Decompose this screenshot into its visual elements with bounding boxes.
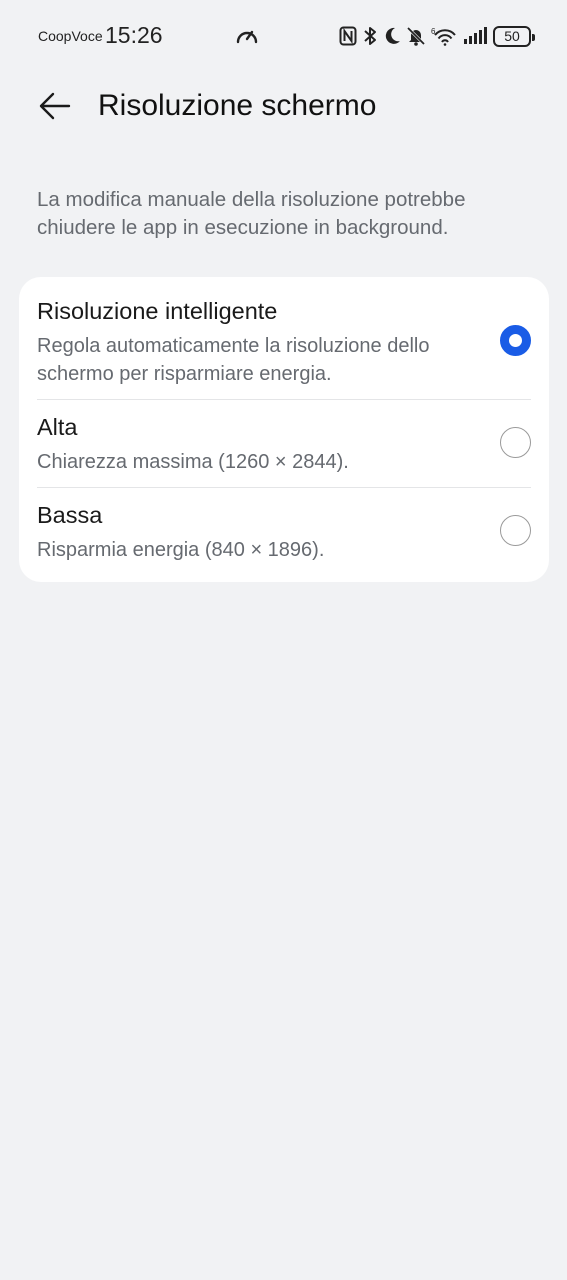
signal-icon [464,27,487,44]
option-title: Alta [37,414,78,440]
carrier-label: CoopVoce [38,28,103,44]
moon-icon [385,27,400,44]
status-icons: 6 50 [339,22,535,50]
wifi-icon: 6 [431,27,456,46]
back-button[interactable] [34,86,74,126]
description-text: La modifica manuale della risoluzione po… [37,188,466,239]
status-bar: CoopVoce 15:26 6 50 [0,0,567,72]
option-title: Bassa [37,502,103,528]
option-low[interactable]: Bassa Risparmia energia (840 × 1896). [19,488,549,582]
nfc-icon [339,26,357,46]
page-title: Risoluzione schermo [98,89,377,122]
radio-button[interactable] [500,427,531,458]
battery-icon: 50 [493,25,535,47]
option-subtitle: Chiarezza massima (1260 × 2844). [37,451,349,473]
battery-level: 50 [504,28,520,44]
bluetooth-icon [364,27,376,45]
option-subtitle: Risparmia energia (840 × 1896). [37,539,325,561]
option-high[interactable]: Alta Chiarezza massima (1260 × 2844). [19,400,549,487]
speed-icon [236,30,258,44]
radio-button[interactable] [500,515,531,546]
bell-off-icon [407,26,425,46]
option-smart-resolution[interactable]: Risoluzione intelligente Regola automati… [19,277,549,399]
arrow-left-icon [39,92,71,120]
option-subtitle: Regola automaticamente la risoluzione de… [37,335,430,385]
option-title: Risoluzione intelligente [37,298,278,324]
radio-button-selected[interactable] [500,325,531,356]
status-time: 15:26 [105,22,163,48]
resolution-options-card: Risoluzione intelligente Regola automati… [19,277,549,582]
